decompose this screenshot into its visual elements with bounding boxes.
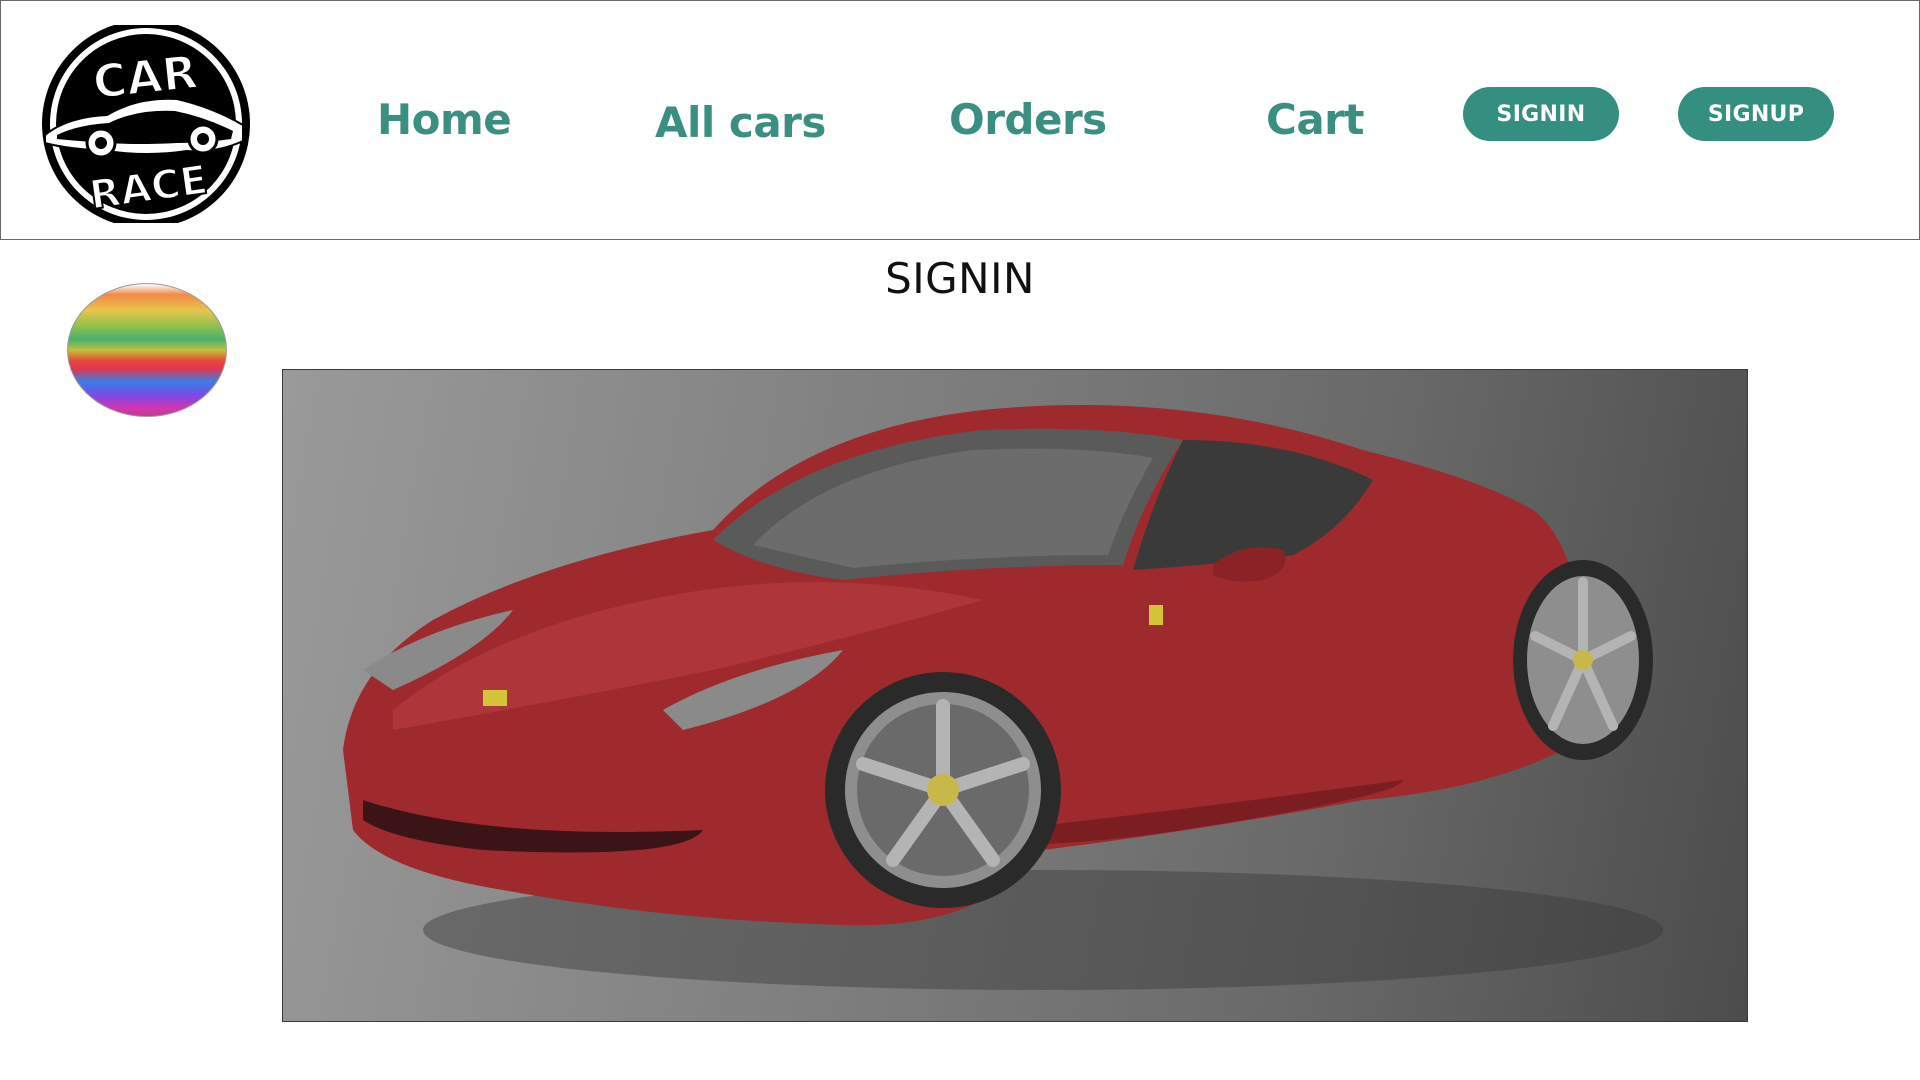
car-race-logo[interactable]: CAR RACE: [37, 20, 255, 228]
page: CAR RACE Home All cars Orders Cart SIGNI…: [0, 0, 1920, 1080]
logo-graphic: CAR RACE: [42, 20, 250, 228]
rainbow-avatar-icon: [67, 283, 227, 417]
signup-button[interactable]: SIGNUP: [1678, 87, 1834, 141]
nav-link-all-cars[interactable]: All cars: [655, 98, 826, 147]
nav-link-cart[interactable]: Cart: [1266, 95, 1364, 144]
navbar: CAR RACE Home All cars Orders Cart SIGNI…: [0, 0, 1920, 240]
page-title: SIGNIN: [885, 254, 1035, 303]
nav-link-home[interactable]: Home: [377, 95, 512, 144]
nav-link-orders[interactable]: Orders: [949, 95, 1107, 144]
logo-text-top: CAR: [90, 45, 200, 110]
hero-car-image: [282, 369, 1748, 1022]
red-sports-car-icon: [343, 405, 1663, 990]
signin-button[interactable]: SIGNIN: [1463, 87, 1619, 141]
